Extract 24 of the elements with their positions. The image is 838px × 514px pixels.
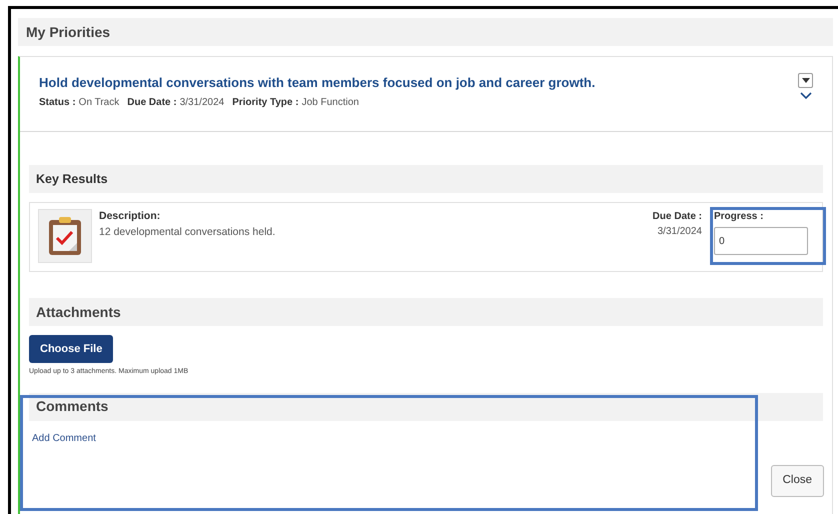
meta-label: Status :: [39, 96, 76, 110]
close-button[interactable]: Close: [770, 464, 824, 496]
due-date-label: Due Date :: [652, 210, 702, 224]
add-comment-link[interactable]: Add Comment: [32, 430, 96, 496]
meta-value: On Track: [78, 96, 120, 110]
clipboard-icon: [38, 209, 92, 263]
meta-label: Priority Type :: [232, 96, 299, 110]
section-heading: Attachments: [36, 302, 121, 322]
meta-value: 3/31/2024: [180, 96, 224, 110]
section-heading: Comments: [36, 397, 108, 416]
page-title: My Priorities: [26, 22, 110, 42]
dropdown-button[interactable]: [798, 73, 813, 88]
choose-file-button[interactable]: Choose File: [29, 335, 114, 363]
progress-field[interactable]: 0: [714, 227, 808, 255]
section-heading: Key Results: [36, 170, 108, 188]
meta-label: Due Date :: [127, 96, 177, 110]
caret-icon: [802, 78, 810, 83]
meta-value: Job Function: [302, 96, 359, 110]
description-label: Description:: [99, 209, 162, 224]
description-text: 12 developmental conversations held.: [99, 224, 276, 240]
due-date-value: 3/31/2024: [656, 225, 702, 239]
progress-label: Progress :: [714, 210, 764, 224]
priority-title[interactable]: Hold developmental conversations with team members focused on job and career growth.: [39, 73, 596, 92]
chevron-icon[interactable]: [800, 92, 812, 100]
